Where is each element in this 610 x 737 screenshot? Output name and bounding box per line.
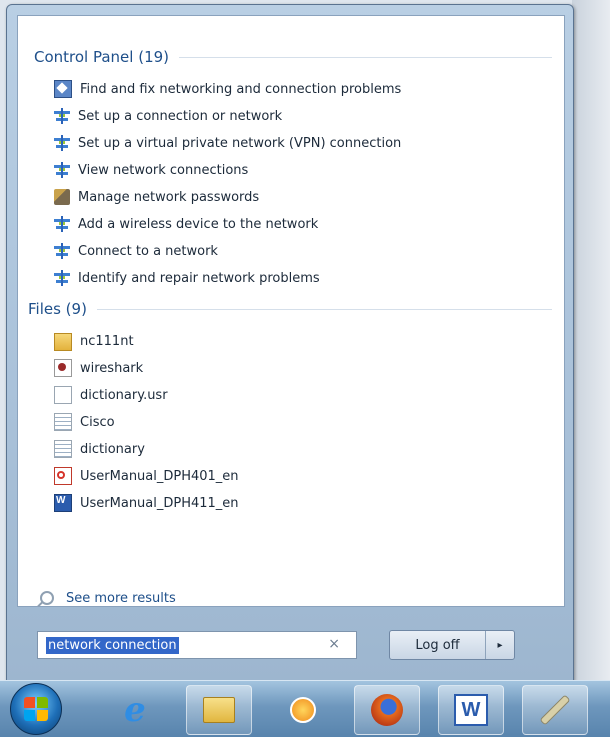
result-item-usermanual-dph401[interactable]: UserManual_DPH401_en xyxy=(54,465,239,487)
group-divider xyxy=(179,56,552,58)
see-more-results-link[interactable]: See more results xyxy=(40,588,176,608)
result-label: Add a wireless device to the network xyxy=(78,216,319,232)
result-item-manage-passwords[interactable]: Manage network passwords xyxy=(54,186,259,208)
wireshark-file-icon xyxy=(54,359,72,377)
result-label: wireshark xyxy=(80,360,144,376)
result-label: Connect to a network xyxy=(78,243,218,259)
search-icon xyxy=(40,591,54,605)
result-item-dictionary-usr[interactable]: dictionary.usr xyxy=(54,384,168,406)
troubleshoot-icon xyxy=(54,80,72,98)
group-header-control-panel[interactable]: Control Panel (19) xyxy=(34,46,552,68)
taskbar-windows-explorer[interactable] xyxy=(186,685,252,735)
log-off-button[interactable]: Log off xyxy=(390,631,485,659)
result-item-add-wireless[interactable]: Add a wireless device to the network xyxy=(54,213,318,235)
result-label: dictionary.usr xyxy=(80,387,168,403)
taskbar-media-player[interactable] xyxy=(270,685,336,735)
result-label: Identify and repair network problems xyxy=(78,270,320,286)
tool-icon xyxy=(540,695,570,725)
result-label: UserManual_DPH401_en xyxy=(80,468,239,484)
word-icon: W xyxy=(454,694,488,726)
group-divider xyxy=(96,308,552,310)
result-item-nc111nt[interactable]: nc111nt xyxy=(54,330,134,352)
clear-search-icon[interactable]: × xyxy=(328,636,340,652)
start-menu: Control Panel (19) Find and fix networki… xyxy=(6,4,574,682)
folder-icon xyxy=(203,697,235,723)
result-item-setup-connection[interactable]: Set up a connection or network xyxy=(54,105,282,127)
result-label: Manage network passwords xyxy=(78,189,260,205)
desktop-background xyxy=(572,0,610,680)
group-title: Files (9) xyxy=(28,300,87,318)
result-item-dictionary[interactable]: dictionary xyxy=(54,438,145,460)
network-icon xyxy=(54,108,70,124)
result-label: UserManual_DPH411_en xyxy=(80,495,239,511)
result-item-wireshark[interactable]: wireshark xyxy=(54,357,143,379)
group-title: Control Panel (19) xyxy=(34,48,170,66)
folder-icon xyxy=(54,333,72,351)
result-label: Cisco xyxy=(80,414,115,430)
result-item-usermanual-dph411[interactable]: UserManual_DPH411_en xyxy=(54,492,239,514)
result-label: nc111nt xyxy=(80,333,134,349)
start-button[interactable] xyxy=(10,683,62,735)
result-item-fix-network[interactable]: Find and fix networking and connection p… xyxy=(54,78,401,100)
group-header-files[interactable]: Files (9) xyxy=(28,298,552,320)
word-doc-icon xyxy=(54,494,72,512)
result-label: Find and fix networking and connection p… xyxy=(80,81,402,97)
network-icon xyxy=(54,162,70,178)
search-input-value: network connection xyxy=(46,636,179,654)
see-more-label: See more results xyxy=(66,590,176,606)
blank-file-icon xyxy=(54,386,72,404)
taskbar: e W xyxy=(0,680,610,737)
text-file-icon xyxy=(54,413,72,431)
power-button-group: Log off ▸ xyxy=(389,630,515,660)
network-icon xyxy=(54,135,70,151)
pdf-icon xyxy=(54,467,72,485)
power-options-arrow-icon[interactable]: ▸ xyxy=(485,631,514,659)
search-input[interactable]: network connection × xyxy=(37,631,357,659)
result-item-view-connections[interactable]: View network connections xyxy=(54,159,248,181)
result-label: Set up a virtual private network (VPN) c… xyxy=(78,135,402,151)
firefox-icon xyxy=(371,694,403,726)
credentials-icon xyxy=(54,189,70,205)
result-item-cisco[interactable]: Cisco xyxy=(54,411,115,433)
windows-logo-icon xyxy=(24,697,48,721)
search-results-pane: Control Panel (19) Find and fix networki… xyxy=(17,15,565,607)
result-item-connect-network[interactable]: Connect to a network xyxy=(54,240,218,262)
result-label: View network connections xyxy=(78,162,249,178)
network-icon xyxy=(54,216,70,232)
result-label: dictionary xyxy=(80,441,145,457)
result-item-repair-network[interactable]: Identify and repair network problems xyxy=(54,267,320,289)
network-icon xyxy=(54,270,70,286)
taskbar-firefox[interactable] xyxy=(354,685,420,735)
network-icon xyxy=(54,243,70,259)
taskbar-tool-app[interactable] xyxy=(522,685,588,735)
text-file-icon xyxy=(54,440,72,458)
internet-explorer-icon: e xyxy=(124,690,146,730)
result-label: Set up a connection or network xyxy=(78,108,283,124)
result-item-vpn[interactable]: Set up a virtual private network (VPN) c… xyxy=(54,132,401,154)
taskbar-internet-explorer[interactable]: e xyxy=(102,685,168,735)
taskbar-microsoft-word[interactable]: W xyxy=(438,685,504,735)
media-player-icon xyxy=(290,697,316,723)
